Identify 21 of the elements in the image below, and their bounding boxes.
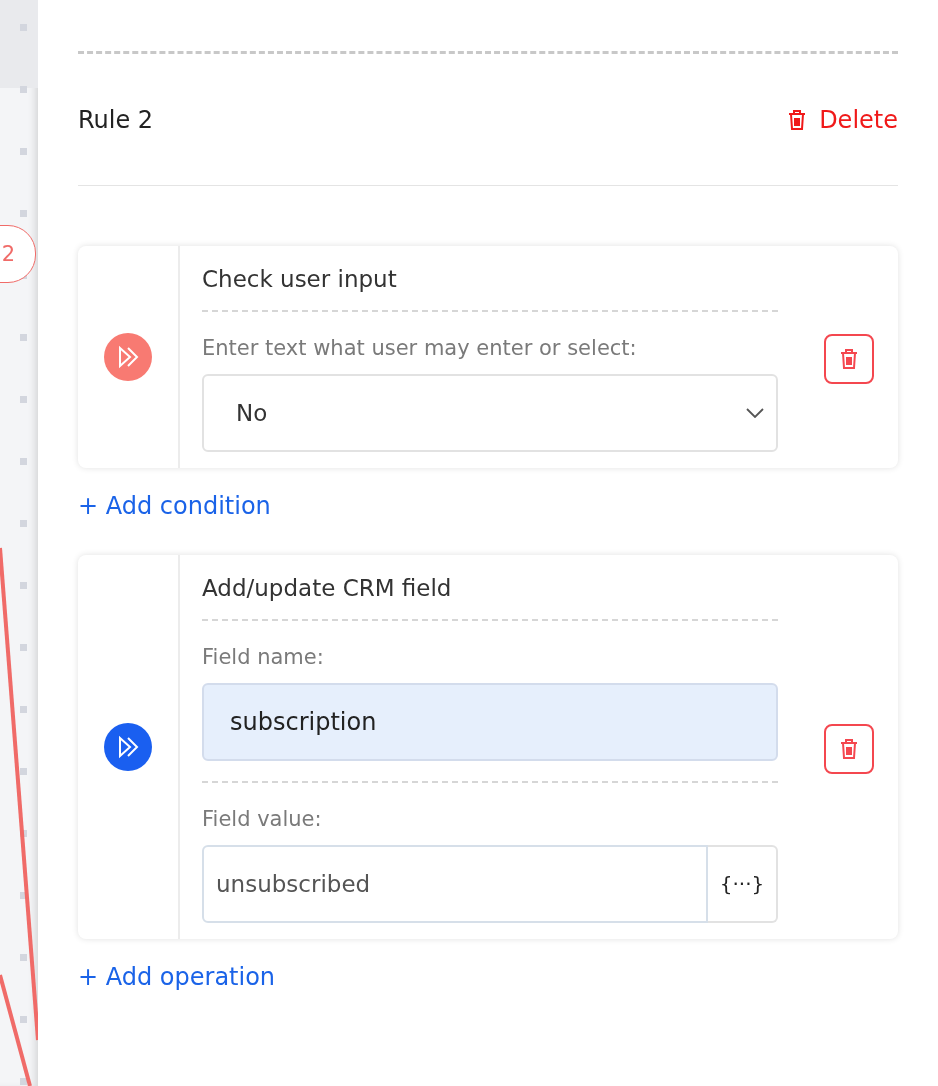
card-title: Add/update CRM field (202, 575, 778, 621)
fast-forward-icon (104, 723, 152, 771)
field-label: Field name: (202, 645, 325, 669)
field-label: Field value: (202, 807, 323, 831)
input-field[interactable]: subscription (202, 683, 778, 761)
delete-button[interactable]: Delete (787, 105, 898, 134)
trash-icon (839, 738, 859, 760)
add-link[interactable]: + Add operation (78, 963, 276, 991)
variable-button[interactable]: {···} (708, 845, 778, 923)
delete-button[interactable] (824, 724, 874, 774)
add-link[interactable]: + Add condition (78, 492, 271, 520)
card-title: Check user input (202, 266, 778, 312)
chevron-icon (746, 408, 764, 418)
input-field[interactable]: unsubscribed (202, 845, 708, 923)
trash-icon (787, 108, 808, 131)
select-field[interactable]: No (202, 374, 778, 452)
fast-forward-icon (104, 333, 152, 381)
trash-icon (839, 348, 859, 370)
field-label: Enter text what user may enter or select: (202, 336, 638, 360)
rule-title: Rule 2 (78, 105, 154, 134)
delete-button[interactable] (824, 334, 874, 384)
